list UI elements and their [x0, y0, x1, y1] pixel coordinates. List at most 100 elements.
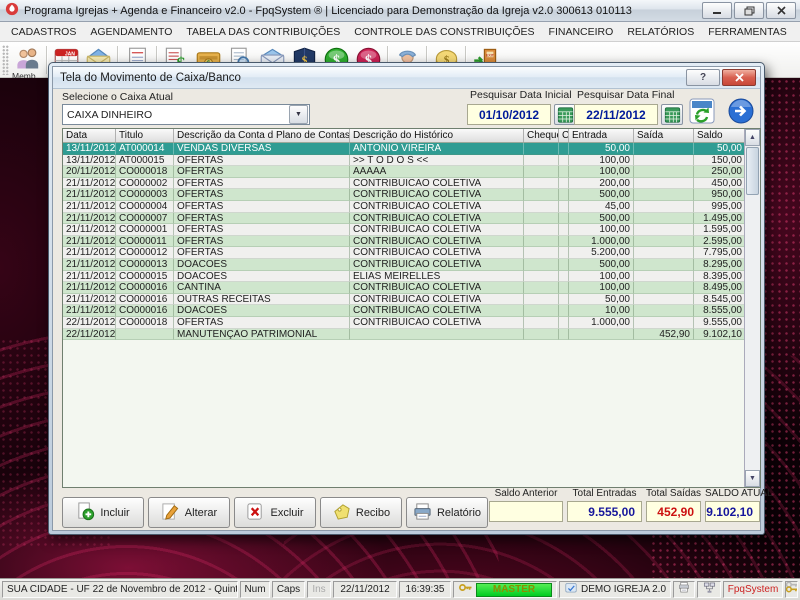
column-header-descricao-do-historico[interactable]: Descrição do Histórico	[350, 129, 524, 142]
scrollbar-thumb[interactable]	[746, 147, 759, 195]
table-row[interactable]: 22/11/2012 MANUTENÇÃO PATRIMONIAL 452,90 9.…	[63, 328, 760, 341]
badge-icon	[564, 582, 578, 597]
date-start-input[interactable]: 01/10/2012	[467, 104, 551, 125]
relatorio-button[interactable]: Relatório	[406, 497, 488, 528]
table-row[interactable]: 22/11/2012 CO000018 OFERTAS CONTRIBUICAO CO…	[63, 316, 760, 329]
cash-select[interactable]: CAIXA DINHEIRO ▼	[62, 104, 310, 125]
incluir-button[interactable]: Incluir	[62, 497, 144, 528]
cell	[559, 293, 569, 306]
cell: 22/11/2012	[63, 316, 116, 329]
column-header-entrada[interactable]: Entrada	[569, 129, 634, 142]
alterar-button[interactable]: Alterar	[148, 497, 230, 528]
cell	[634, 316, 694, 329]
cell: CONTRIBUICAO COLETIVA	[350, 212, 524, 225]
chevron-down-icon[interactable]: ▼	[289, 105, 308, 124]
cell: AT000015	[116, 154, 174, 167]
table-row[interactable]: 21/11/2012 CO000011 OFERTAS CONTRIBUICAO CO…	[63, 235, 760, 248]
menu-agendamento[interactable]: AGENDAMENTO	[83, 26, 179, 38]
table-row[interactable]: 21/11/2012 CO000012 OFERTAS CONTRIBUICAO CO…	[63, 247, 760, 259]
minimize-button[interactable]	[702, 2, 732, 19]
dialog-titlebar[interactable]: Tela do Movimento de Caixa/Banco ?	[53, 67, 760, 89]
table-row[interactable]: 21/11/2012 CO000003 OFERTAS CONTRIBUICAO CO…	[63, 189, 760, 201]
menu-tabela-das-contribuicoes[interactable]: TABELA DAS CONTRIBUIÇÕES	[179, 26, 347, 38]
cell	[634, 212, 694, 225]
table-row[interactable]: 13/11/2012 AT000015 OFERTAS >> T O D O S <<…	[63, 154, 760, 167]
menu-ajuda[interactable]: AJUDA	[794, 26, 800, 38]
cell: >> T O D O S <<	[350, 154, 524, 167]
saldo-atual-value: 9.102,10	[705, 501, 760, 522]
status-date-text: 22/11/2012	[340, 583, 390, 595]
cell	[524, 305, 559, 317]
restore-button[interactable]	[734, 2, 764, 19]
table-row[interactable]: 21/11/2012 CO000015 DOACOES ELIAS MEIRELLES…	[63, 270, 760, 283]
table-row[interactable]: 21/11/2012 CO000016 CANTINA CONTRIBUICAO CO…	[63, 282, 760, 294]
table-row[interactable]: 13/11/2012 AT000014 VENDAS DIVERSAS ANTONIO…	[63, 143, 760, 155]
column-header-saida[interactable]: Saída	[634, 129, 694, 142]
cell: 20/11/2012	[63, 166, 116, 178]
members-icon[interactable]: Memb	[11, 44, 43, 81]
column-header-saldo[interactable]: Saldo	[694, 129, 746, 142]
cell: 13/11/2012	[63, 143, 116, 155]
cell: 100,00	[569, 224, 634, 236]
cell	[559, 316, 569, 329]
date-end-input[interactable]: 22/11/2012	[574, 104, 658, 125]
table-row[interactable]: 21/11/2012 CO000007 OFERTAS CONTRIBUICAO CO…	[63, 212, 760, 225]
table-row[interactable]: 21/11/2012 CO000004 OFERTAS CONTRIBUICAO CO…	[63, 200, 760, 213]
cell: OUTRAS RECEITAS	[174, 293, 350, 306]
menu-controle-das-constribuicoes[interactable]: CONTROLE DAS CONSTRIBUIÇÕES	[347, 26, 541, 38]
cell	[634, 293, 694, 306]
column-header-data[interactable]: Data	[63, 129, 116, 142]
calendar-grid-icon	[557, 106, 573, 123]
refresh-button[interactable]	[687, 96, 716, 125]
table-row[interactable]: 21/11/2012 CO000016 OUTRAS RECEITAS CONTRIB…	[63, 293, 760, 306]
cell: OFERTAS	[174, 177, 350, 190]
scroll-up-icon[interactable]: ▲	[745, 129, 760, 146]
scroll-down-icon[interactable]: ▼	[745, 470, 760, 487]
column-header-titulo[interactable]: Titulo	[116, 129, 174, 142]
cell	[524, 177, 559, 190]
table-row[interactable]: 21/11/2012 CO000002 OFERTAS CONTRIBUICAO CO…	[63, 177, 760, 190]
cell: CO000003	[116, 189, 174, 201]
dialog-close-button[interactable]	[722, 69, 756, 86]
cell	[569, 328, 634, 341]
dialog-help-button[interactable]: ?	[686, 69, 720, 86]
cell: 500,00	[569, 258, 634, 271]
column-header-c[interactable]: C	[559, 129, 569, 142]
close-button[interactable]	[766, 2, 796, 19]
button-label: Alterar	[184, 506, 218, 519]
cell	[634, 305, 694, 317]
status-ins: Ins	[307, 581, 331, 598]
excluir-button[interactable]: Excluir	[234, 497, 316, 528]
recibo-button[interactable]: Recibo	[320, 497, 402, 528]
menu-financeiro[interactable]: FINANCEIRO	[542, 26, 621, 38]
cell: CONTRIBUICAO COLETIVA	[350, 189, 524, 201]
cell: 21/11/2012	[63, 305, 116, 317]
vertical-scrollbar[interactable]: ▲ ▼	[744, 129, 760, 487]
cell: AT000014	[116, 143, 174, 155]
column-header-cheque[interactable]: Cheque	[524, 129, 559, 142]
table-row[interactable]: 21/11/2012 CO000013 DOACOES CONTRIBUICAO CO…	[63, 258, 760, 271]
cell: CANTINA	[174, 282, 350, 294]
cell: 1.000,00	[569, 235, 634, 248]
cell: CO000004	[116, 200, 174, 213]
menu-ferramentas[interactable]: FERRAMENTAS	[701, 26, 794, 38]
status-company-text: DEMO IGREJA 2.0	[580, 583, 667, 595]
table-row[interactable]: 21/11/2012 CO000016 DOACOES CONTRIBUICAO CO…	[63, 305, 760, 317]
table-row[interactable]: 20/11/2012 CO000018 OFERTAS AAAAA 100,00 250,…	[63, 166, 760, 178]
date-end-calendar-button[interactable]	[661, 104, 683, 125]
menu-cadastros[interactable]: CADASTROS	[4, 26, 83, 38]
cell: 1.000,00	[569, 316, 634, 329]
cell: 100,00	[569, 270, 634, 283]
table-row[interactable]: 21/11/2012 CO000001 OFERTAS CONTRIBUICAO CO…	[63, 224, 760, 236]
cell: 21/11/2012	[63, 189, 116, 201]
date-start-calendar-button[interactable]	[554, 104, 576, 125]
cell: 100,00	[569, 154, 634, 167]
cell: CONTRIBUICAO COLETIVA	[350, 258, 524, 271]
column-header-descricao-da-conta-d-plano-de-contas[interactable]: Descrição da Conta d Plano de Contas	[174, 129, 350, 142]
menu-relatorios[interactable]: RELATÓRIOS	[620, 26, 701, 38]
cell	[524, 247, 559, 259]
cell: OFERTAS	[174, 247, 350, 259]
cell: 13/11/2012	[63, 154, 116, 167]
go-button[interactable]	[726, 96, 755, 125]
date-start-label: Pesquisar Data Inicial	[470, 89, 572, 101]
